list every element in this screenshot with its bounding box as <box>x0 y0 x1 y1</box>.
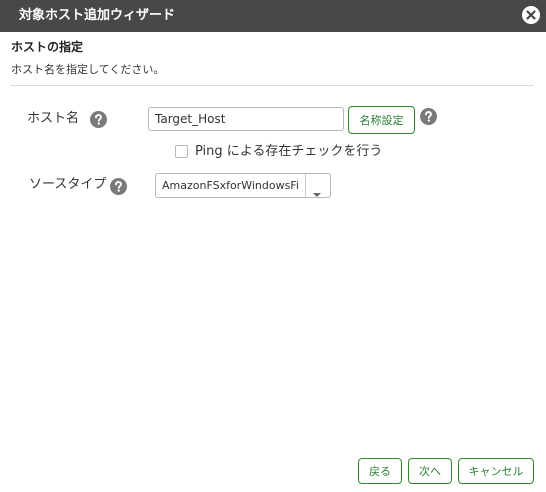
source-type-select[interactable]: AmazonFSxforWindowsFi <box>155 173 331 198</box>
chevron-down-icon[interactable] <box>312 183 322 202</box>
divider <box>10 85 534 86</box>
name-setting-help-icon[interactable] <box>420 108 437 125</box>
name-setting-button[interactable]: 名称設定 <box>348 106 415 134</box>
ping-check-checkbox[interactable] <box>175 145 188 158</box>
section-description: ホスト名を指定してください。 <box>11 63 165 76</box>
host-name-label: ホスト名 <box>27 111 80 126</box>
cancel-button[interactable]: キャンセル <box>458 458 534 484</box>
host-name-input[interactable] <box>148 107 344 131</box>
window-title: 対象ホスト追加ウィザード <box>19 8 176 23</box>
source-type-help-icon[interactable] <box>110 178 127 195</box>
source-type-selected-value: AmazonFSxforWindowsFi <box>162 179 299 192</box>
section-title: ホストの指定 <box>11 40 84 54</box>
close-icon[interactable] <box>522 6 540 24</box>
ping-check-label[interactable]: Ping による存在チェックを行う <box>195 144 382 160</box>
next-button[interactable]: 次へ <box>408 458 452 484</box>
host-name-help-icon[interactable] <box>90 111 107 128</box>
source-type-label: ソースタイプ <box>29 177 107 192</box>
add-target-host-wizard-dialog: 対象ホスト追加ウィザード ホストの指定 ホスト名を指定してください。 ホスト名 … <box>0 0 546 492</box>
select-separator <box>305 174 306 197</box>
title-bar: 対象ホスト追加ウィザード <box>0 0 546 32</box>
back-button[interactable]: 戻る <box>358 458 402 484</box>
